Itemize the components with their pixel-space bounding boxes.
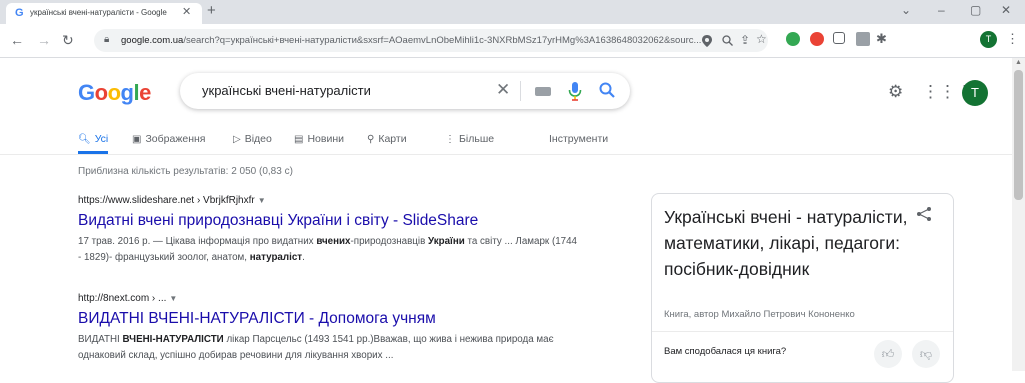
result-snippet: 17 трав. 2016 р. — Цікава інформація про… — [78, 234, 578, 266]
url-path: /search?q=українські+вчені-натуралісти&s… — [183, 35, 701, 46]
result-menu-chevron-icon[interactable]: ▼ — [258, 196, 266, 205]
share-icon[interactable] — [916, 206, 932, 222]
browser-profile-avatar[interactable]: T — [980, 31, 997, 48]
result-url: https://www.slideshare.net › VbrjkfRjhxf… — [78, 195, 255, 206]
share-page-icon[interactable]: ⇪ — [740, 33, 750, 47]
snippet-highlight: ВЧЕНІ-НАТУРАЛІСТИ — [122, 334, 224, 345]
result-title-link[interactable]: ВИДАТНІ ВЧЕНІ-НАТУРАЛІСТИ - Допомога учн… — [78, 310, 578, 328]
tab-news-label: Новини — [307, 133, 344, 145]
address-url[interactable]: google.com.ua/search?q=українські+вчені-… — [121, 35, 701, 46]
tabs-divider — [0, 154, 1012, 155]
result-url: http://8next.com › ... — [78, 293, 167, 304]
snippet-highlight: вчених — [316, 236, 351, 247]
tab-search-chevron-icon[interactable]: ⌄ — [901, 3, 911, 17]
scrollbar-thumb[interactable] — [1014, 70, 1023, 200]
zoom-icon[interactable] — [722, 35, 733, 46]
knowledge-panel-divider — [652, 331, 953, 332]
extensions-puzzle-icon[interactable]: ✱ — [876, 31, 887, 47]
map-pin-icon: ⚲ — [367, 134, 375, 145]
logo-letter: o — [107, 80, 121, 105]
maximize-button[interactable]: ▢ — [970, 3, 981, 17]
snippet-text: 17 трав. 2016 р. — Цікава інформація про… — [78, 236, 317, 247]
forward-arrow-icon[interactable]: → — [37, 32, 51, 48]
search-result: https://www.slideshare.net › VbrjkfRjhxf… — [78, 195, 578, 266]
news-icon: ▤ — [294, 134, 304, 145]
knowledge-panel-title: Українські вчені - натуралісти, математи… — [664, 207, 908, 279]
tab-videos-label: Відео — [244, 133, 272, 145]
microphone-icon[interactable] — [568, 81, 582, 101]
search-icon: 🔍︎ — [78, 134, 91, 145]
logo-letter: g — [120, 80, 134, 105]
page-scrollbar[interactable]: ▲ — [1012, 58, 1025, 371]
tab-news[interactable]: ▤ Новини — [294, 133, 344, 145]
search-icon[interactable] — [598, 81, 616, 99]
search-input[interactable]: українські вчені-натуралісти — [202, 83, 371, 98]
video-icon: ▷ — [233, 134, 241, 145]
knowledge-panel: Українські вчені - натуралісти, математи… — [651, 193, 954, 383]
tab-all-label: Усі — [94, 133, 109, 145]
location-pin-icon[interactable] — [702, 35, 712, 47]
tools-button[interactable]: Інструменти — [549, 133, 608, 145]
tab-videos[interactable]: ▷ Відео — [233, 133, 272, 145]
keyboard-icon[interactable] — [535, 87, 551, 96]
thumbs-down-icon[interactable]: 👎︎ — [912, 340, 940, 368]
reload-icon[interactable]: ↻ — [62, 32, 74, 49]
tab-all[interactable]: 🔍︎ Усі — [78, 133, 108, 145]
feedback-question: Вам сподобалася ця книга? — [664, 346, 787, 357]
tab-images[interactable]: ▣ Зображення — [132, 133, 205, 145]
tab-maps[interactable]: ⚲ Карти — [367, 133, 407, 145]
browser-tab-title: українські вчені-натуралісти - Google — [30, 8, 167, 17]
tab-maps-label: Карти — [378, 133, 407, 145]
tab-more-label: Більше — [459, 133, 495, 145]
result-stats: Приблизна кількість результатів: 2 050 (… — [78, 166, 293, 177]
extension-check-icon[interactable] — [786, 32, 800, 46]
logo-letter: e — [139, 80, 151, 105]
thumbs-up-icon[interactable]: 👍︎ — [874, 340, 902, 368]
extension-pocket-icon[interactable] — [833, 32, 845, 44]
browser-tab[interactable]: G українські вчені-натуралісти - Google … — [6, 3, 202, 24]
snippet-highlight: України — [428, 236, 465, 247]
snippet-text: . — [302, 252, 305, 263]
back-arrow-icon[interactable]: ← — [10, 32, 24, 48]
clear-search-icon[interactable]: ✕ — [496, 80, 510, 100]
search-box-divider — [520, 81, 521, 101]
logo-letter: o — [94, 80, 108, 105]
search-box[interactable]: українські вчені-натуралісти ✕ — [180, 73, 630, 109]
url-host: google.com.ua — [121, 35, 184, 46]
lock-icon[interactable]: 🔒︎ — [104, 34, 109, 45]
google-favicon-icon: G — [15, 7, 24, 19]
image-icon: ▣ — [132, 134, 142, 145]
more-vert-icon: ⋮ — [445, 134, 455, 145]
tab-close-icon[interactable]: ✕ — [182, 5, 191, 18]
snippet-text: ВИДАТНІ — [78, 334, 123, 345]
knowledge-panel-subtitle: Книга, автор Михайло Петрович Кононенко — [664, 309, 855, 320]
tab-images-label: Зображення — [145, 133, 206, 145]
window-close-button[interactable]: ✕ — [1001, 3, 1011, 17]
google-account-avatar[interactable]: T — [962, 80, 988, 106]
search-result: http://8next.com › ... ▼ ВИДАТНІ ВЧЕНІ-НА… — [78, 293, 578, 364]
address-bar[interactable]: 🔒︎ google.com.ua/search?q=українські+вче… — [94, 29, 768, 52]
result-menu-chevron-icon[interactable]: ▼ — [169, 294, 177, 303]
extension-adblock-icon[interactable] — [810, 32, 824, 46]
browser-menu-icon[interactable]: ⋮ — [1006, 31, 1019, 47]
browser-toolbar: ← → ↻ 🔒︎ google.com.ua/search?q=українсь… — [0, 24, 1025, 58]
minimize-button[interactable]: – — [938, 3, 945, 17]
result-snippet: ВИДАТНІ ВЧЕНІ-НАТУРАЛІСТИ лікар Парсцель… — [78, 332, 578, 364]
snippet-highlight: натураліст — [249, 252, 303, 263]
snippet-text: -природознавців — [350, 236, 428, 247]
google-logo[interactable]: Google — [78, 80, 151, 106]
result-cite[interactable]: http://8next.com › ... ▼ — [78, 293, 578, 304]
browser-tab-strip: G українські вчені-натуралісти - Google … — [0, 0, 1025, 24]
settings-gear-icon[interactable]: ⚙ — [888, 82, 903, 102]
new-tab-button[interactable]: + — [207, 2, 216, 19]
logo-letter: G — [78, 80, 95, 105]
extension-grid-icon[interactable] — [856, 32, 870, 46]
result-cite[interactable]: https://www.slideshare.net › VbrjkfRjhxf… — [78, 195, 578, 206]
result-title-link[interactable]: Видатні вчені природознавці України і св… — [78, 212, 578, 230]
tab-more[interactable]: ⋮ Більше — [445, 133, 494, 145]
bookmark-star-icon[interactable]: ☆ — [756, 32, 767, 46]
scroll-up-arrow-icon[interactable]: ▲ — [1015, 59, 1022, 66]
